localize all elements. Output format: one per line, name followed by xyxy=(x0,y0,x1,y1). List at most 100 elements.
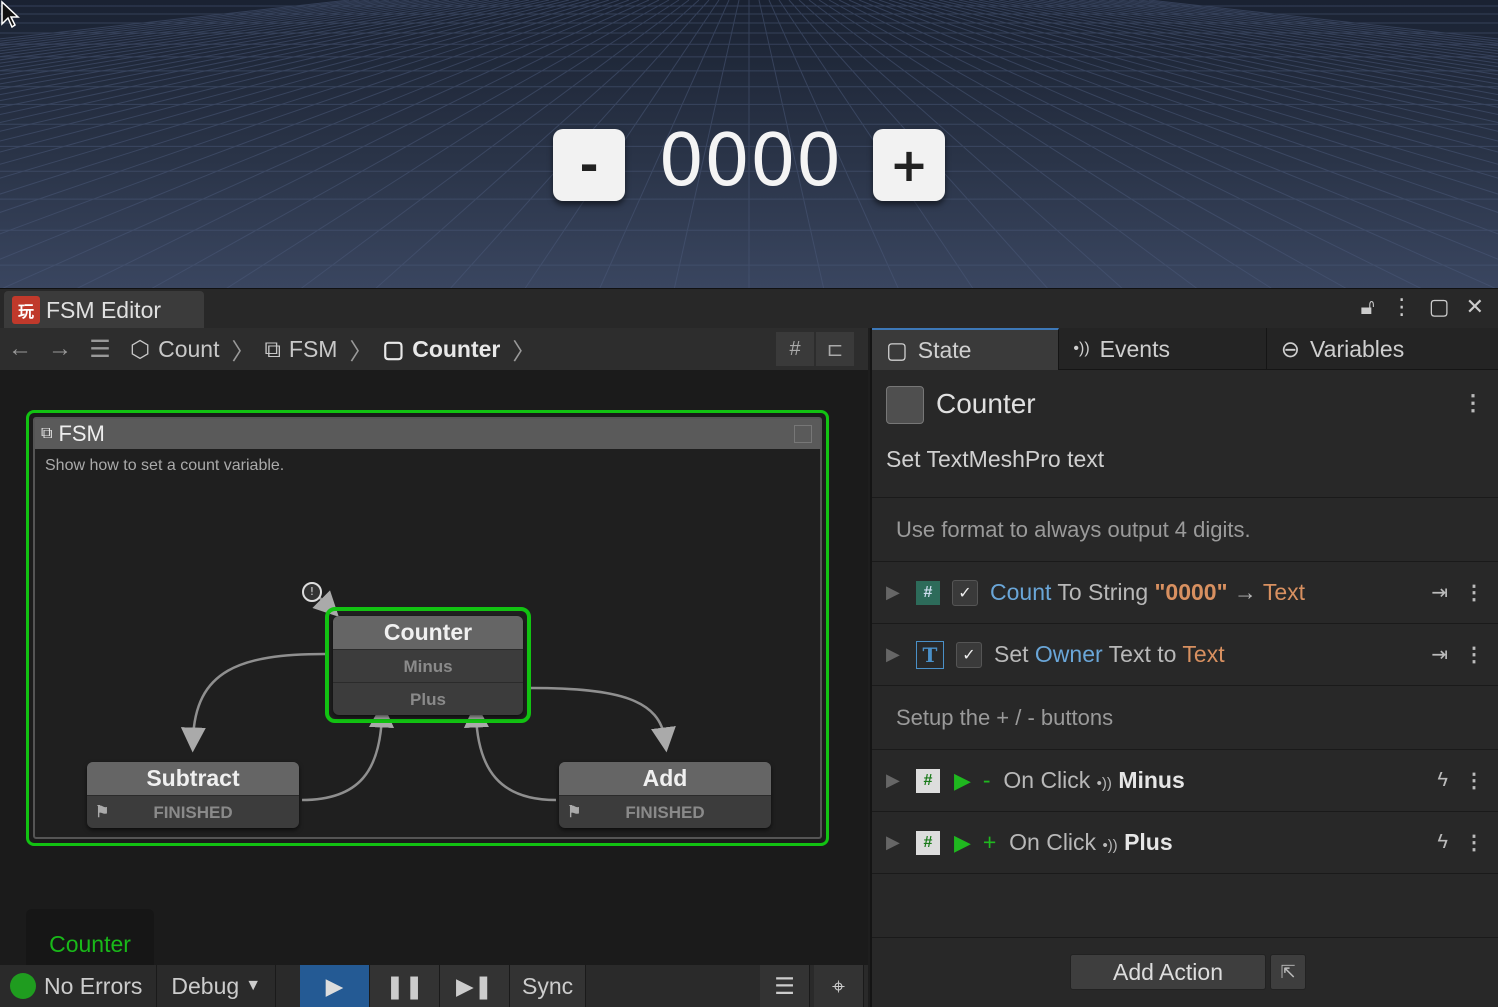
chevron-right-icon: 〉 xyxy=(231,338,255,364)
plus-button[interactable]: + xyxy=(873,129,945,201)
step-button[interactable]: ▶❚ xyxy=(440,965,511,1007)
more-icon[interactable]: ⋮ xyxy=(1464,768,1484,793)
tab-variables[interactable]: ⊖ Variables xyxy=(1267,328,1498,370)
action-row-convert-int-to-string[interactable]: ▶ # ✓ Count To String "0000" → Text ⇥ ⋮ xyxy=(872,562,1498,624)
running-icon: ▶ xyxy=(954,829,971,855)
play-icon: ▶ xyxy=(325,972,344,999)
more-icon[interactable]: ⋮ xyxy=(1464,830,1484,855)
counter-display: 0000 xyxy=(658,118,842,202)
state-header: Counter ⋮ Set TextMeshPro text xyxy=(872,370,1498,498)
lightning-icon[interactable]: ϟ xyxy=(1437,769,1448,792)
state-event-plus[interactable]: Plus xyxy=(333,682,523,715)
action-row-minus-click[interactable]: ▶ # ▶ - On Click •)) Minus ϟ ⋮ xyxy=(872,750,1498,812)
back-arrow-icon[interactable]: ← xyxy=(0,335,40,363)
forward-arrow-icon[interactable]: → xyxy=(40,335,80,363)
finish-flag-icon: ⚑ xyxy=(567,804,582,821)
more-icon[interactable]: ⋮ xyxy=(1464,580,1484,605)
maximize-icon[interactable]: ▢ xyxy=(1429,295,1450,320)
menu-icon[interactable]: ☰ xyxy=(80,335,120,364)
state-node-counter[interactable]: Counter Minus Plus xyxy=(333,616,523,715)
state-title: Add xyxy=(559,762,771,795)
action-row-set-text[interactable]: ▶ T ✓ Set Owner Text to Text ⇥ ⋮ xyxy=(872,624,1498,686)
text-action-icon: T xyxy=(916,640,944,669)
log-icon: ☰ xyxy=(774,972,795,999)
more-icon[interactable]: ⋮ xyxy=(1464,642,1484,667)
inspector-tabs: ▢ State •)) Events ⊖ Variables xyxy=(872,328,1498,370)
step-icon: ▶❚ xyxy=(456,972,494,999)
breadcrumb-state[interactable]: ▢ Counter xyxy=(382,336,500,363)
int-action-icon: # xyxy=(916,580,940,605)
event-broadcast-icon: •)) xyxy=(1096,775,1112,792)
more-icon[interactable]: ⋮ xyxy=(1391,295,1413,320)
lightning-icon[interactable]: ϟ xyxy=(1437,831,1448,854)
error-status[interactable]: No Errors xyxy=(0,965,158,1007)
sync-button[interactable]: Sync xyxy=(510,965,587,1007)
lock-icon[interactable]: 🔓︎ xyxy=(1361,295,1375,320)
action-enabled-checkbox[interactable]: ✓ xyxy=(952,579,978,606)
transition-minus[interactable] xyxy=(180,652,326,753)
chevron-down-icon: ▼ xyxy=(245,977,262,994)
state-node-add[interactable]: Add ⚑ FINISHED xyxy=(559,762,771,828)
graph-pane: ← → ☰ ⬡ Count 〉 ⧉ FSM 〉 ▢ Counter 〉 # ⊏ xyxy=(0,328,868,1007)
state-title: Subtract xyxy=(87,762,299,795)
transition-plus[interactable] xyxy=(530,686,676,753)
action-summary: Set Owner Text to Text xyxy=(994,641,1225,667)
state-description[interactable]: Set TextMeshPro text xyxy=(886,446,1104,473)
tab-events[interactable]: •)) Events xyxy=(1059,328,1267,370)
breadcrumb: ← → ☰ ⬡ Count 〉 ⧉ FSM 〉 ▢ Counter 〉 # ⊏ xyxy=(0,328,868,370)
variables-icon: ⊖ xyxy=(1280,335,1301,362)
breadcrumb-fsm[interactable]: ⧉ FSM xyxy=(264,336,337,363)
action-output-icon[interactable]: ⇥ xyxy=(1431,580,1448,605)
breadcrumb-gameobject[interactable]: ⬡ Count xyxy=(130,336,219,363)
close-icon[interactable]: ✕ xyxy=(1466,295,1484,320)
state-name-field[interactable]: Counter xyxy=(936,388,1036,420)
action-comment[interactable]: Setup the + / - buttons xyxy=(872,686,1498,750)
more-icon[interactable]: ⋮ xyxy=(1462,390,1484,416)
minus-button[interactable]: - xyxy=(553,129,625,201)
state-node-subtract[interactable]: Subtract ⚑ FINISHED xyxy=(87,762,299,828)
state-title: Counter xyxy=(333,616,523,649)
transition-add-finished[interactable] xyxy=(463,702,557,802)
transition-subtract-finished[interactable] xyxy=(301,702,395,802)
action-summary: + On Click •)) Plus xyxy=(982,829,1173,855)
action-enabled-checkbox[interactable]: ✓ xyxy=(956,641,982,668)
fold-arrow-icon[interactable]: ▶ xyxy=(886,770,906,791)
state-event-minus[interactable]: Minus xyxy=(333,649,523,682)
play-button[interactable]: ▶ xyxy=(300,965,371,1007)
window-title: FSM Editor xyxy=(46,296,162,323)
status-ok-icon xyxy=(10,973,36,999)
add-action-button[interactable]: Add Action xyxy=(1070,954,1266,990)
debug-toolbar: No Errors Debug ▼ ▶ ❚❚ ▶❚ Sync ☰ ⌖ xyxy=(0,965,868,1007)
event-broadcast-icon: •)) xyxy=(1073,340,1090,357)
pause-icon: ❚❚ xyxy=(385,972,424,999)
state-event-finished[interactable]: ⚑ FINISHED xyxy=(87,795,299,828)
tab-state[interactable]: ▢ State xyxy=(872,328,1060,370)
action-output-icon[interactable]: ⇥ xyxy=(1431,642,1448,667)
fold-arrow-icon[interactable]: ▶ xyxy=(886,832,906,853)
start-state-icon: ! xyxy=(302,582,322,602)
game-view: - 0000 + xyxy=(0,0,1498,290)
fold-arrow-icon[interactable]: ▶ xyxy=(886,582,906,603)
target-button[interactable]: ⌖ xyxy=(814,965,864,1007)
graph-canvas[interactable]: ⧉ FSM Show how to set a count variable. xyxy=(0,370,868,979)
inspector-panel: ▢ State •)) Events ⊖ Variables Counter ⋮… xyxy=(870,328,1498,1007)
playmaker-logo-icon: 玩 xyxy=(12,296,40,324)
state-icon: ▢ xyxy=(382,335,405,362)
int-action-icon: # xyxy=(916,768,940,793)
chevron-right-icon: 〉 xyxy=(349,338,373,364)
grid-icon[interactable]: # xyxy=(776,332,814,366)
popout-icon[interactable]: ⇱ xyxy=(1270,954,1306,990)
layout-icon[interactable]: ⊏ xyxy=(816,332,854,366)
inspector-footer: Add Action ⇱ xyxy=(872,937,1498,1007)
event-broadcast-icon: •)) xyxy=(1102,837,1118,854)
editor-tab[interactable]: 玩 FSM Editor xyxy=(4,291,204,329)
state-event-finished[interactable]: ⚑ FINISHED xyxy=(559,795,771,828)
action-comment[interactable]: Use format to always output 4 digits. xyxy=(872,498,1498,562)
debug-dropdown[interactable]: Debug ▼ xyxy=(157,965,277,1007)
log-button[interactable]: ☰ xyxy=(760,965,810,1007)
pause-button[interactable]: ❚❚ xyxy=(370,965,441,1007)
chevron-right-icon: 〉 xyxy=(512,338,536,364)
fold-arrow-icon[interactable]: ▶ xyxy=(886,644,906,665)
action-row-plus-click[interactable]: ▶ # ▶ + On Click •)) Plus ϟ ⋮ xyxy=(872,812,1498,874)
state-color-swatch[interactable] xyxy=(886,386,924,424)
